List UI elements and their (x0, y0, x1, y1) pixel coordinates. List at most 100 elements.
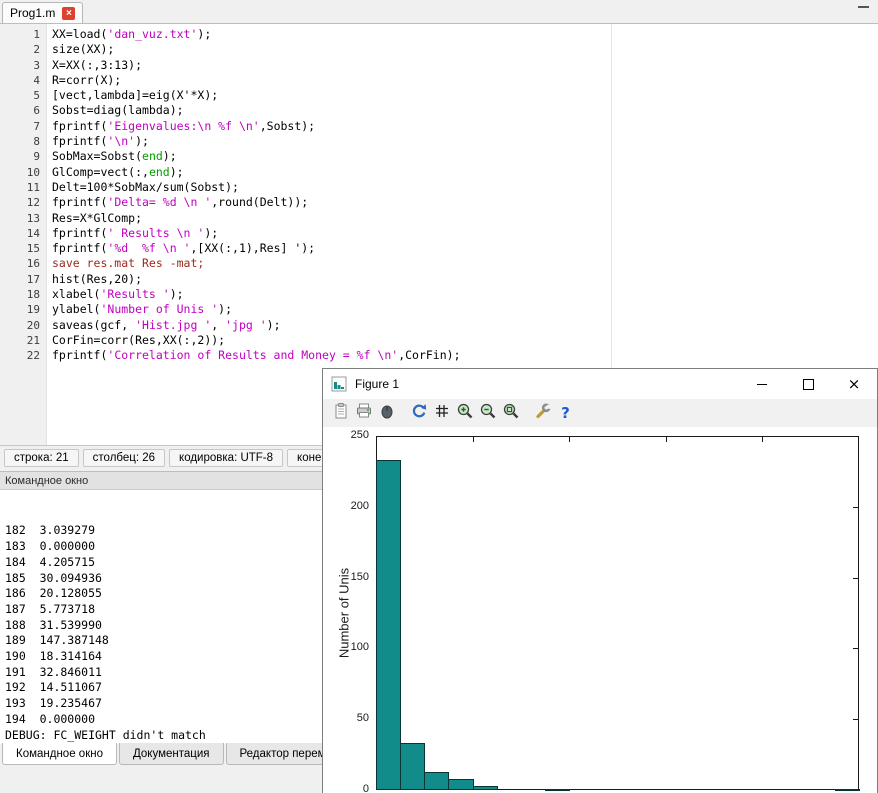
code-line[interactable]: 13Res=X*GlComp; (0, 211, 878, 226)
code-line[interactable]: 11Delt=100*SobMax/sum(Sobst); (0, 180, 878, 195)
copy-to-clipboard-button[interactable] (329, 402, 352, 425)
code-line[interactable]: 21CorFin=corr(Res,XX(:,2)); (0, 333, 878, 348)
y-tick-label: 0 (329, 783, 369, 793)
editor-tab-label: Prog1.m (10, 6, 55, 20)
grid-button[interactable] (430, 402, 453, 425)
code-text: fprintf('Delta= %d \n ',round(Delt)); (48, 195, 308, 210)
tab-documentation[interactable]: Документация (119, 743, 224, 765)
minimize-icon (757, 384, 767, 385)
print-button[interactable] (352, 402, 375, 425)
line-number: 2 (0, 42, 48, 57)
line-number: 6 (0, 103, 48, 118)
code-line[interactable]: 20saveas(gcf, 'Hist.jpg ', 'jpg '); (0, 318, 878, 333)
axes-settings-button[interactable] (531, 402, 554, 425)
maximize-icon (803, 379, 814, 390)
line-number: 15 (0, 241, 48, 256)
code-text: [vect,lambda]=eig(X'*X); (48, 88, 218, 103)
code-line[interactable]: 6Sobst=diag(lambda); (0, 103, 878, 118)
axis-box (376, 436, 859, 790)
code-text: fprintf('\n'); (48, 134, 149, 149)
line-number: 5 (0, 88, 48, 103)
figure-close-button[interactable]: × (831, 369, 877, 399)
close-icon: × (848, 377, 861, 392)
tab-close-icon[interactable]: × (62, 7, 75, 20)
printer-icon (355, 402, 373, 425)
code-text: Delt=100*SobMax/sum(Sobst); (48, 180, 239, 195)
y-tick-mark (853, 578, 858, 579)
code-text: saveas(gcf, 'Hist.jpg ', 'jpg '); (48, 318, 281, 333)
line-number: 14 (0, 226, 48, 241)
code-line[interactable]: 12fprintf('Delta= %d \n ',round(Delt)); (0, 195, 878, 210)
zoom-out-button[interactable] (476, 402, 499, 425)
pane-minimize-icon[interactable] (858, 6, 869, 8)
code-text: xlabel('Results '); (48, 287, 184, 302)
code-line[interactable]: 18xlabel('Results '); (0, 287, 878, 302)
line-number: 12 (0, 195, 48, 210)
code-line[interactable]: 1XX=load('dan_vuz.txt'); (0, 27, 878, 42)
code-text: fprintf(' Results \n '); (48, 226, 218, 241)
editor-tab-prog1[interactable]: Prog1.m × (2, 2, 83, 23)
zoom-out-icon (479, 402, 497, 425)
code-line[interactable]: 4R=corr(X); (0, 73, 878, 88)
code-line[interactable]: 9SobMax=Sobst(end); (0, 149, 878, 164)
line-number: 17 (0, 272, 48, 287)
figure-minimize-button[interactable] (739, 369, 785, 399)
code-line[interactable]: 19ylabel('Number of Unis '); (0, 302, 878, 317)
code-line[interactable]: 10GlComp=vect(:,end); (0, 165, 878, 180)
code-text: Sobst=diag(lambda); (48, 103, 184, 118)
code-line[interactable]: 3X=XX(:,3:13); (0, 58, 878, 73)
wrench-icon (534, 402, 552, 425)
code-text: save res.mat Res -mat; (48, 256, 204, 271)
histogram-bar (448, 779, 473, 790)
histogram-bar (473, 786, 498, 790)
line-number: 9 (0, 149, 48, 164)
autoscale-icon (502, 402, 520, 425)
rotate-icon (410, 402, 428, 425)
y-tick-mark (377, 436, 382, 437)
figure-maximize-button[interactable] (785, 369, 831, 399)
figure-titlebar[interactable]: Figure 1 × (323, 369, 877, 399)
command-window-title: Командное окно (5, 475, 88, 487)
code-line[interactable]: 5[vect,lambda]=eig(X'*X); (0, 88, 878, 103)
code-lines: 1XX=load('dan_vuz.txt');2size(XX);3X=XX(… (0, 27, 878, 364)
line-number: 8 (0, 134, 48, 149)
tab-command-window[interactable]: Командное окно (2, 743, 117, 765)
status-encoding: кодировка: UTF-8 (169, 449, 283, 467)
histogram-bar (545, 789, 570, 791)
histogram-bar (424, 772, 449, 790)
line-number: 22 (0, 348, 48, 363)
y-tick-label: 50 (329, 712, 369, 724)
y-tick-label: 250 (329, 429, 369, 441)
code-line[interactable]: 2size(XX); (0, 42, 878, 57)
code-text: fprintf('%d %f \n ',[XX(:,1),Res] '); (48, 241, 315, 256)
code-line[interactable]: 8fprintf('\n'); (0, 134, 878, 149)
rotate-button[interactable] (407, 402, 430, 425)
y-tick-mark (853, 719, 858, 720)
histogram-bar (376, 460, 401, 790)
figure-window[interactable]: Figure 1 × ? Number of Unis 050100150200… (322, 368, 878, 793)
code-line[interactable]: 16save res.mat Res -mat; (0, 256, 878, 271)
clipboard-icon (332, 402, 350, 425)
line-number: 18 (0, 287, 48, 302)
autoscale-button[interactable] (499, 402, 522, 425)
code-line[interactable]: 14fprintf(' Results \n '); (0, 226, 878, 241)
zoom-in-icon (456, 402, 474, 425)
line-number: 7 (0, 119, 48, 134)
x-tick-mark (473, 437, 474, 442)
line-number: 19 (0, 302, 48, 317)
code-text: SobMax=Sobst(end); (48, 149, 177, 164)
code-text: GlComp=vect(:,end); (48, 165, 184, 180)
code-line[interactable]: 17hist(Res,20); (0, 272, 878, 287)
y-tick-label: 200 (329, 500, 369, 512)
code-line[interactable]: 7fprintf('Eigenvalues:\n %f \n',Sobst); (0, 119, 878, 134)
zoom-in-button[interactable] (453, 402, 476, 425)
pan-button[interactable] (375, 402, 398, 425)
code-text: hist(Res,20); (48, 272, 142, 287)
y-tick-mark (853, 648, 858, 649)
plot-canvas[interactable]: 050100150200250 (323, 427, 877, 793)
code-text: size(XX); (48, 42, 114, 57)
code-line[interactable]: 22fprintf('Correlation of Results and Mo… (0, 348, 878, 363)
help-button[interactable]: ? (554, 402, 577, 425)
code-line[interactable]: 15fprintf('%d %f \n ',[XX(:,1),Res] '); (0, 241, 878, 256)
line-number: 20 (0, 318, 48, 333)
